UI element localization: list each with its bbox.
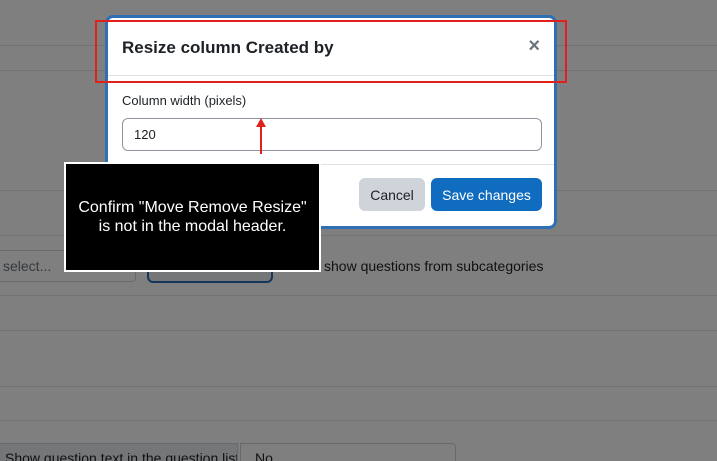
annotation-callout: Confirm "Move Remove Resize" is not in t…: [64, 162, 321, 272]
cancel-button[interactable]: Cancel: [359, 178, 425, 211]
column-width-label: Column width (pixels): [122, 93, 247, 108]
annotation-arrow-icon: [256, 118, 266, 154]
annotation-highlight-box: [95, 20, 567, 83]
save-changes-button[interactable]: Save changes: [431, 178, 542, 211]
column-width-input[interactable]: [122, 118, 542, 151]
